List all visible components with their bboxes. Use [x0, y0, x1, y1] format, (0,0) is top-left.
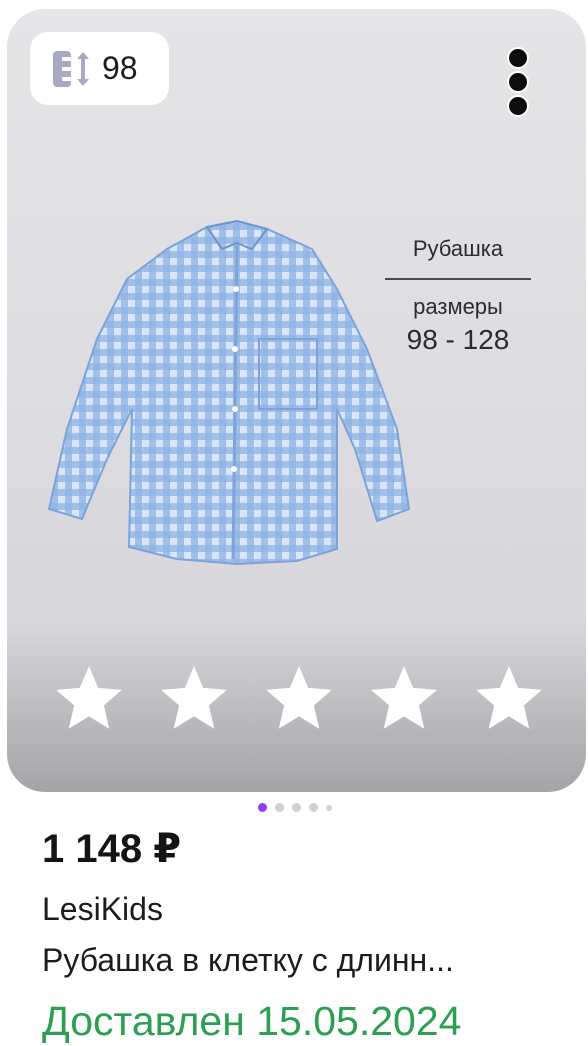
star-icon[interactable] — [471, 661, 547, 737]
photo-caption: Рубашка размеры 98 - 128 — [385, 236, 531, 356]
photo-caption-range: 98 - 128 — [406, 324, 510, 355]
photo-caption-subtitle: размеры — [413, 294, 503, 319]
rating-stars[interactable] — [51, 661, 547, 737]
carousel-pager[interactable] — [258, 803, 332, 812]
pager-dot[interactable] — [275, 803, 284, 812]
delivery-status: Доставлен 15.05.2024 — [42, 998, 462, 1044]
product-card-image[interactable]: 98 Рубашка размеры 98 - 128 — [7, 9, 586, 792]
pager-dot[interactable] — [309, 803, 318, 812]
photo-caption-divider — [385, 278, 531, 280]
size-badge-value: 98 — [102, 50, 138, 86]
more-vertical-icon-dot — [507, 95, 529, 117]
star-icon[interactable] — [51, 661, 127, 737]
more-vertical-icon-dot — [507, 71, 529, 93]
more-options-button[interactable] — [504, 47, 532, 117]
product-price: 1 148 ₽ — [42, 827, 182, 871]
product-title[interactable]: Рубашка в клетку с длинн... — [42, 942, 562, 979]
star-icon[interactable] — [366, 661, 442, 737]
star-icon[interactable] — [261, 661, 337, 737]
product-photo-shirt — [47, 219, 411, 566]
size-badge: 98 — [30, 32, 169, 105]
size-chart-icon — [53, 50, 89, 87]
pager-dot-active[interactable] — [258, 803, 267, 812]
more-vertical-icon-dot — [507, 47, 529, 69]
pager-dot[interactable] — [292, 803, 301, 812]
photo-caption-title: Рубашка — [412, 236, 504, 261]
product-brand[interactable]: LesiKids — [42, 891, 163, 928]
pager-dot[interactable] — [326, 804, 332, 811]
star-icon[interactable] — [156, 661, 232, 737]
